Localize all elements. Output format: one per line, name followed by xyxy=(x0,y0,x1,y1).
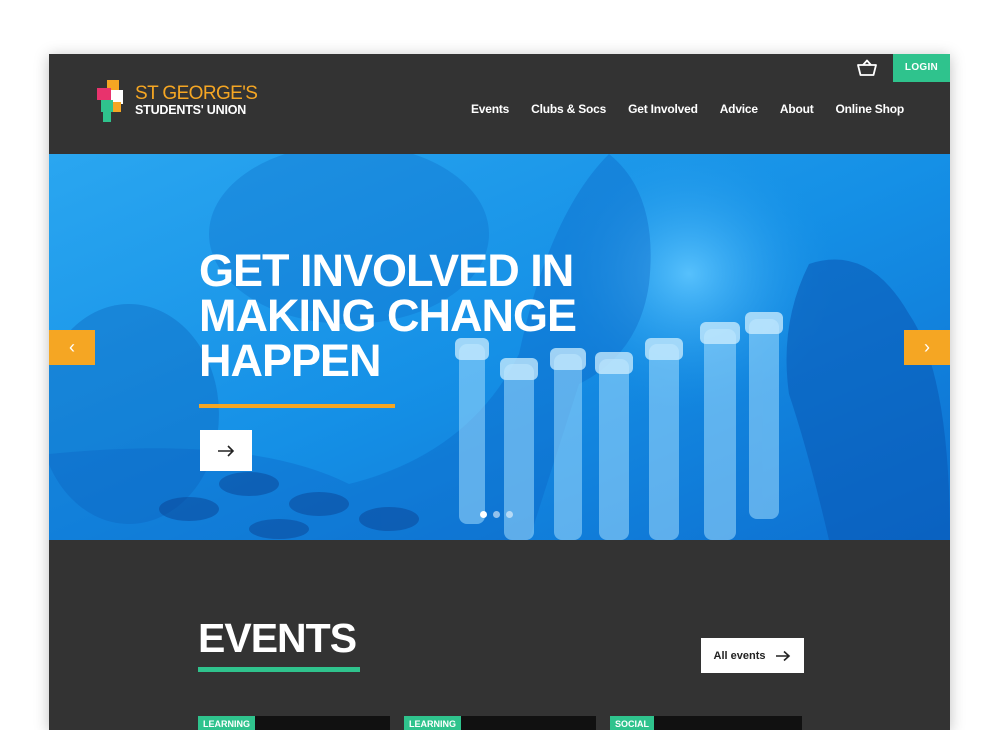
slider-dot-3[interactable] xyxy=(506,511,513,518)
hero-headline-line-1: GET INVOLVED IN xyxy=(199,245,574,296)
nav-item-events[interactable]: Events xyxy=(471,102,509,116)
logo-mark-icon xyxy=(97,80,123,122)
event-category-badge: LEARNING xyxy=(198,716,255,730)
login-button[interactable]: LOGIN xyxy=(893,54,950,82)
logo-line-1: ST GEORGE'S xyxy=(135,83,258,104)
event-card[interactable]: SOCIAL xyxy=(610,716,802,730)
basket-icon[interactable] xyxy=(856,59,878,77)
site-logo[interactable]: ST GEORGE'S STUDENTS' UNION xyxy=(97,80,258,124)
hero-headline: GET INVOLVED IN MAKING CHANGE HAPPEN xyxy=(199,248,639,383)
slider-prev-button[interactable]: ‹ xyxy=(49,330,95,365)
main-nav: Events Clubs & Socs Get Involved Advice … xyxy=(471,102,904,116)
hero-headline-line-2: MAKING CHANGE xyxy=(199,290,577,341)
slider-dots xyxy=(480,511,513,518)
events-section: EVENTS All events LEARNING LEARNING SOCI… xyxy=(49,540,950,730)
nav-item-clubs-socs[interactable]: Clubs & Socs xyxy=(531,102,606,116)
chevron-left-icon: ‹ xyxy=(69,337,75,357)
hero-headline-line-3: HAPPEN xyxy=(199,335,382,386)
arrow-right-icon xyxy=(776,650,791,661)
all-events-label: All events xyxy=(713,649,766,662)
events-title: EVENTS xyxy=(198,615,357,661)
event-card[interactable]: LEARNING xyxy=(404,716,596,730)
all-events-button[interactable]: All events xyxy=(701,638,804,673)
hero-slider: GET INVOLVED IN MAKING CHANGE HAPPEN ‹ › xyxy=(49,154,950,540)
nav-item-advice[interactable]: Advice xyxy=(720,102,758,116)
slider-dot-2[interactable] xyxy=(493,511,500,518)
slider-next-button[interactable]: › xyxy=(904,330,950,365)
logo-line-2: STUDENTS' UNION xyxy=(135,103,247,117)
event-category-badge: SOCIAL xyxy=(610,716,655,730)
nav-item-online-shop[interactable]: Online Shop xyxy=(836,102,905,116)
arrow-right-icon xyxy=(218,444,235,457)
events-underline xyxy=(198,667,360,672)
event-category-badge: LEARNING xyxy=(404,716,461,730)
site-header: ST GEORGE'S STUDENTS' UNION LOGIN Events… xyxy=(49,54,950,154)
event-card[interactable]: LEARNING xyxy=(198,716,390,730)
chevron-right-icon: › xyxy=(924,337,930,357)
nav-item-get-involved[interactable]: Get Involved xyxy=(628,102,698,116)
nav-item-about[interactable]: About xyxy=(780,102,814,116)
hero-underline xyxy=(199,404,395,408)
browser-frame: ST GEORGE'S STUDENTS' UNION LOGIN Events… xyxy=(49,54,950,730)
slider-dot-1[interactable] xyxy=(480,511,487,518)
event-cards: LEARNING LEARNING SOCIAL xyxy=(198,716,802,730)
hero-cta-button[interactable] xyxy=(200,430,252,471)
